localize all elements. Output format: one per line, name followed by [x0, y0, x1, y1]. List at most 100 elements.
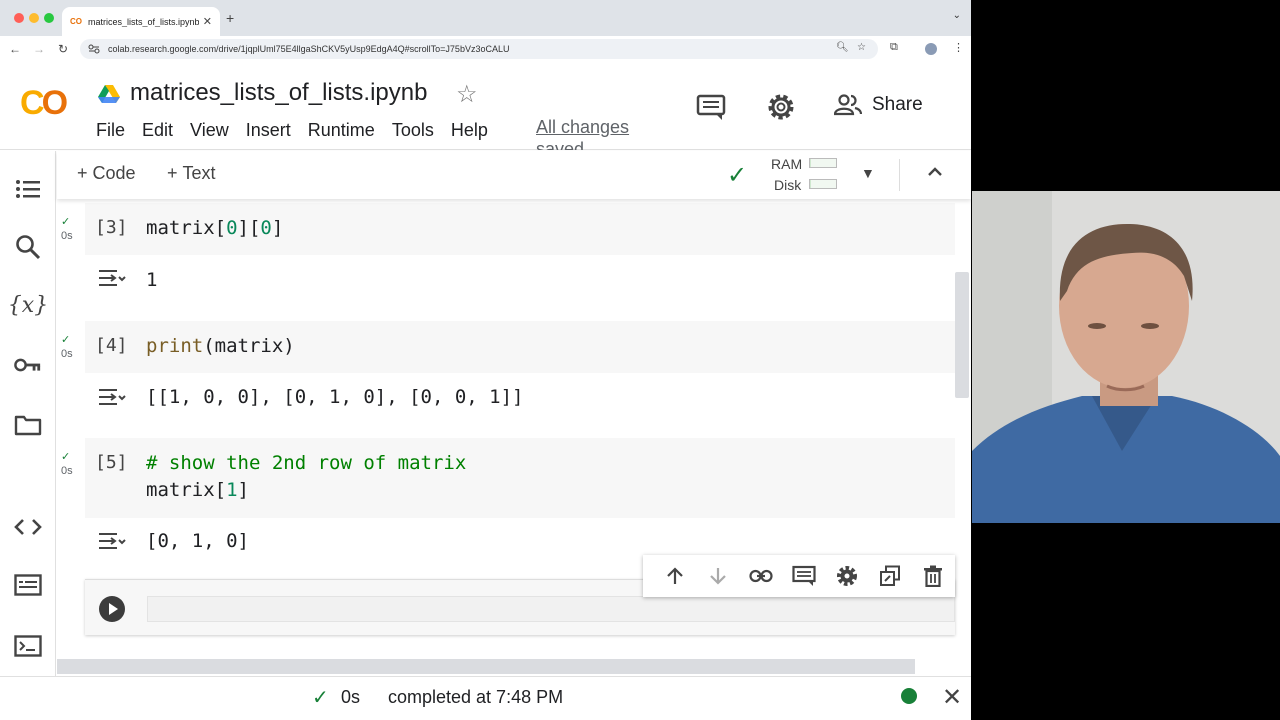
table-of-contents-icon[interactable] — [14, 175, 42, 203]
horizontal-scrollbar[interactable] — [57, 659, 915, 674]
output-toggle-icon[interactable] — [97, 267, 127, 289]
browser-menu-icon[interactable]: ⋮ — [953, 41, 964, 54]
close-status-icon[interactable]: ✕ — [942, 683, 962, 712]
runtime-status-dot — [901, 688, 917, 704]
vertical-scrollbar[interactable] — [955, 272, 969, 398]
address-bar[interactable]: colab.research.google.com/drive/1jqplUml… — [80, 39, 878, 59]
star-icon[interactable]: ☆ — [456, 80, 478, 109]
save-status-link[interactable]: All changes saved — [536, 116, 646, 150]
cell-5-prompt: [5] — [95, 452, 128, 473]
disk-usage-bar[interactable] — [809, 179, 837, 189]
status-check-icon: ✓ — [312, 687, 329, 709]
bookmark-star-icon[interactable]: ☆ — [857, 42, 866, 53]
cell-5-output: [0, 1, 0] — [146, 530, 249, 552]
menu-edit[interactable]: Edit — [142, 120, 173, 141]
menu-insert[interactable]: Insert — [246, 120, 291, 141]
status-duration: 0s — [341, 687, 361, 707]
cell-4-prompt: [4] — [95, 335, 128, 356]
move-cell-down-icon[interactable] — [696, 564, 739, 588]
google-drive-icon[interactable] — [98, 84, 120, 104]
variables-icon[interactable]: {x} — [8, 291, 48, 319]
search-icon[interactable] — [14, 233, 42, 261]
forward-icon[interactable]: → — [27, 42, 51, 56]
profile-avatar[interactable] — [925, 43, 937, 55]
zoom-icon[interactable]: 🔍︎ — [836, 42, 849, 53]
new-tab-icon[interactable]: + — [226, 10, 234, 26]
menu-view[interactable]: View — [190, 120, 229, 141]
add-code-button[interactable]: + Code — [77, 163, 136, 184]
cell-5-code[interactable]: # show the 2nd row of matrix matrix[1] — [146, 450, 466, 504]
status-bar: ✓ 0s completed at 7:48 PM ✕ — [0, 676, 971, 720]
comment-icon[interactable] — [782, 564, 825, 588]
command-palette-icon[interactable] — [14, 571, 42, 599]
menu-help[interactable]: Help — [451, 120, 488, 141]
browser-toolbar: ← → ↻ colab.research.google.com/drive/1j… — [0, 36, 971, 62]
url-text: colab.research.google.com/drive/1jqplUml… — [108, 44, 510, 54]
cell-4-time: 0s — [61, 348, 73, 360]
minimize-window-button[interactable] — [29, 13, 39, 23]
tab-search-chevron-icon[interactable]: ⌄ — [953, 10, 961, 21]
presenter-image — [972, 191, 1280, 523]
tab-strip: CO matrices_lists_of_lists.ipynb ✕ + ⌄ — [0, 0, 971, 36]
files-folder-icon[interactable] — [14, 411, 42, 439]
mirror-cell-icon[interactable] — [868, 564, 911, 588]
reload-icon[interactable]: ↻ — [51, 42, 75, 56]
output-toggle-icon[interactable] — [97, 386, 127, 408]
browser-window: CO matrices_lists_of_lists.ipynb ✕ + ⌄ ←… — [0, 0, 971, 720]
colab-favicon-icon: CO — [70, 17, 82, 26]
colab-header: CO matrices_lists_of_lists.ipynb ☆ File … — [0, 62, 971, 150]
connected-check-icon: ✓ — [727, 162, 748, 189]
browser-tab[interactable]: CO matrices_lists_of_lists.ipynb ✕ — [62, 7, 220, 36]
site-info-icon[interactable] — [88, 44, 100, 54]
cell-3-prompt: [3] — [95, 217, 128, 238]
runtime-dropdown-icon[interactable]: ▼ — [861, 165, 875, 181]
people-icon — [834, 94, 862, 116]
close-window-button[interactable] — [14, 13, 24, 23]
cell-4-code[interactable]: print(matrix) — [146, 333, 295, 360]
comments-icon[interactable] — [696, 92, 726, 122]
presenter-webcam — [972, 191, 1280, 523]
delete-cell-icon[interactable] — [911, 564, 954, 588]
settings-gear-icon[interactable] — [766, 92, 796, 122]
cell-3-exec-status: ✓ 0s — [61, 216, 73, 242]
cell-4-output: [[1, 0, 0], [0, 1, 0], [0, 0, 1]] — [146, 386, 524, 408]
disk-label: Disk — [774, 177, 802, 193]
maximize-window-button[interactable] — [44, 13, 54, 23]
menu-file[interactable]: File — [96, 120, 125, 141]
menu-tools[interactable]: Tools — [392, 120, 434, 141]
left-sidebar: {x} — [0, 151, 56, 676]
secrets-key-icon[interactable] — [14, 351, 42, 379]
code-input[interactable] — [147, 596, 955, 622]
notebook-toolbar: + Code + Text ✓ RAM Disk ▼ — [57, 151, 971, 199]
link-icon[interactable] — [739, 564, 782, 588]
output-toggle-icon[interactable] — [97, 530, 127, 552]
cell-5-exec-status: ✓ 0s — [61, 451, 73, 477]
cell-toolbar — [643, 555, 955, 597]
terminal-icon[interactable] — [14, 632, 42, 660]
notebook-content: ✓ 0s [3] matrix[0][0] 1 ✓ 0s [4] print(mat… — [57, 199, 955, 659]
run-cell-button[interactable] — [99, 596, 125, 622]
code-snippets-icon[interactable] — [14, 513, 42, 541]
ram-usage-bar[interactable] — [809, 158, 837, 168]
move-cell-up-icon[interactable] — [653, 564, 696, 588]
tab-close-icon[interactable]: ✕ — [203, 15, 212, 28]
collapse-header-icon[interactable] — [927, 161, 943, 182]
menu-runtime[interactable]: Runtime — [308, 120, 375, 141]
cell-3-time: 0s — [61, 230, 73, 242]
cell-3-output: 1 — [146, 269, 158, 291]
share-button[interactable]: Share — [834, 94, 923, 116]
notebook-name[interactable]: matrices_lists_of_lists.ipynb — [130, 79, 427, 107]
menu-bar: File Edit View Insert Runtime Tools Help — [96, 120, 505, 141]
share-label: Share — [872, 94, 923, 115]
cell-5-time: 0s — [61, 465, 73, 477]
add-text-button[interactable]: + Text — [167, 163, 216, 184]
cell-4-exec-status: ✓ 0s — [61, 334, 73, 360]
add-text-label: Text — [182, 163, 216, 183]
cell-settings-gear-icon[interactable] — [825, 564, 868, 588]
cell-3-code[interactable]: matrix[0][0] — [146, 215, 283, 242]
extensions-icon[interactable]: ⧉ — [890, 41, 898, 54]
add-code-label: Code — [92, 163, 136, 183]
colab-logo[interactable]: CO — [20, 84, 68, 123]
status-message[interactable]: completed at 7:48 PM — [388, 687, 563, 708]
back-icon[interactable]: ← — [3, 42, 27, 56]
